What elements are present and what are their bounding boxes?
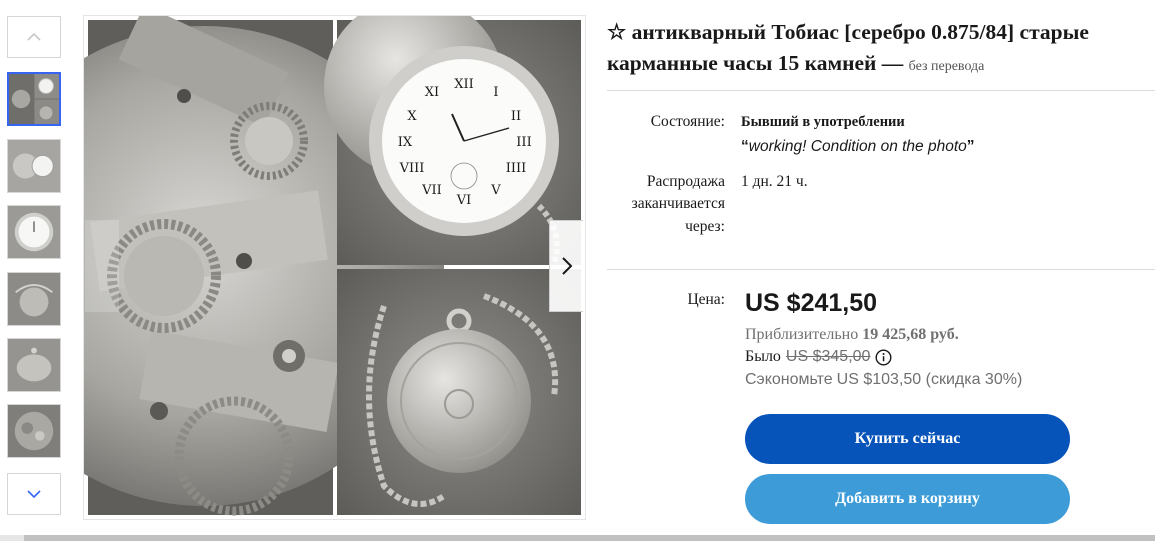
quote-open: “	[741, 138, 749, 155]
save-value: US $103,50 (скидка 30%)	[836, 371, 1023, 388]
title-divider	[607, 90, 1155, 91]
thumbnail-case-chain[interactable]	[7, 272, 61, 326]
approx-prefix: Приблизительно	[745, 326, 859, 343]
buy-now-button[interactable]: Купить сейчас	[745, 414, 1070, 464]
was-price: Было US $345,00	[745, 348, 892, 366]
condition-note-text: working! Condition on the photo	[748, 138, 967, 155]
dial-numeral-10: X	[407, 109, 417, 124]
thumbnail-movement[interactable]	[7, 404, 61, 458]
listing-subtitle: без перевода	[908, 59, 985, 74]
thumbnail-case-chain-image	[8, 273, 60, 325]
product-photo-collage: XII I II III IIII V VI VII VIII IX X XI	[84, 16, 581, 516]
horizontal-scrollbar[interactable]	[0, 535, 1155, 541]
thumbnail-collage-image	[9, 74, 59, 124]
thumbnail-open-watch-image	[8, 140, 60, 192]
condition-note: “working! Condition on the photo”	[741, 138, 975, 156]
thumbnail-open-watch[interactable]	[7, 139, 61, 193]
dial-numeral-4: IIII	[506, 161, 527, 176]
chevron-down-icon	[27, 490, 41, 499]
approx-value: 19 425,68 руб.	[862, 326, 959, 343]
main-product-image[interactable]: XII I II III IIII V VI VII VIII IX X XI	[83, 15, 586, 520]
dial-numeral-7: VII	[421, 183, 442, 198]
thumbnail-case-side-image	[8, 339, 60, 391]
was-prefix: Было	[745, 348, 781, 365]
dial-numeral-2: II	[511, 109, 521, 124]
dial-numeral-3: III	[516, 135, 531, 150]
dial-numeral-1: I	[493, 85, 498, 100]
thumbnail-collage[interactable]	[7, 72, 61, 126]
dial-numeral-11: XI	[425, 85, 439, 100]
approx-price: Приблизительно 19 425,68 руб.	[745, 326, 959, 344]
dial-numeral-6: VI	[456, 193, 472, 208]
scrollbar-thumb[interactable]	[24, 535, 1155, 541]
price-value: US $241,50	[745, 289, 878, 317]
dial-numeral-12: XII	[454, 77, 474, 92]
dial-numeral-8: VIII	[399, 161, 425, 176]
dial-numeral-5: V	[490, 183, 501, 198]
dial-numeral-9: IX	[398, 135, 413, 150]
sale-ends-value: 1 дн. 21 ч.	[741, 173, 808, 190]
info-icon[interactable]	[875, 348, 892, 366]
thumbnail-scroll-up-button[interactable]	[7, 16, 61, 58]
listing-title-text: ☆ антикварный Тобиас [серебро 0.875/84] …	[607, 20, 1089, 75]
thumbnail-case-side[interactable]	[7, 338, 61, 392]
add-to-cart-button[interactable]: Добавить в корзину	[745, 474, 1070, 524]
sale-ends-label-line3: через:	[685, 218, 725, 235]
condition-label: Состояние:	[650, 113, 725, 130]
quote-close: ”	[966, 138, 975, 155]
condition-value: Бывший в употреблении	[741, 114, 905, 130]
price-divider	[607, 269, 1155, 270]
chevron-up-icon	[27, 32, 41, 41]
price-label: Цена:	[687, 291, 725, 308]
thumbnail-movement-image	[8, 405, 60, 457]
chevron-right-icon	[561, 257, 572, 275]
previous-image-area	[85, 220, 119, 312]
listing-title: ☆ антикварный Тобиас [серебро 0.875/84] …	[607, 17, 1147, 82]
thumbnail-dial[interactable]	[7, 205, 61, 259]
save-prefix: Сэкономьте	[745, 371, 833, 388]
next-image-button[interactable]	[549, 220, 583, 312]
sale-ends-label-line1: Распродажа	[646, 173, 725, 190]
savings: Сэкономьте US $103,50 (скидка 30%)	[745, 371, 1022, 389]
thumbnail-dial-image	[8, 206, 60, 258]
was-value: US $345,00	[785, 348, 871, 365]
thumbnail-scroll-down-button[interactable]	[7, 473, 61, 515]
sale-ends-label-line2: заканчивается	[631, 195, 725, 212]
